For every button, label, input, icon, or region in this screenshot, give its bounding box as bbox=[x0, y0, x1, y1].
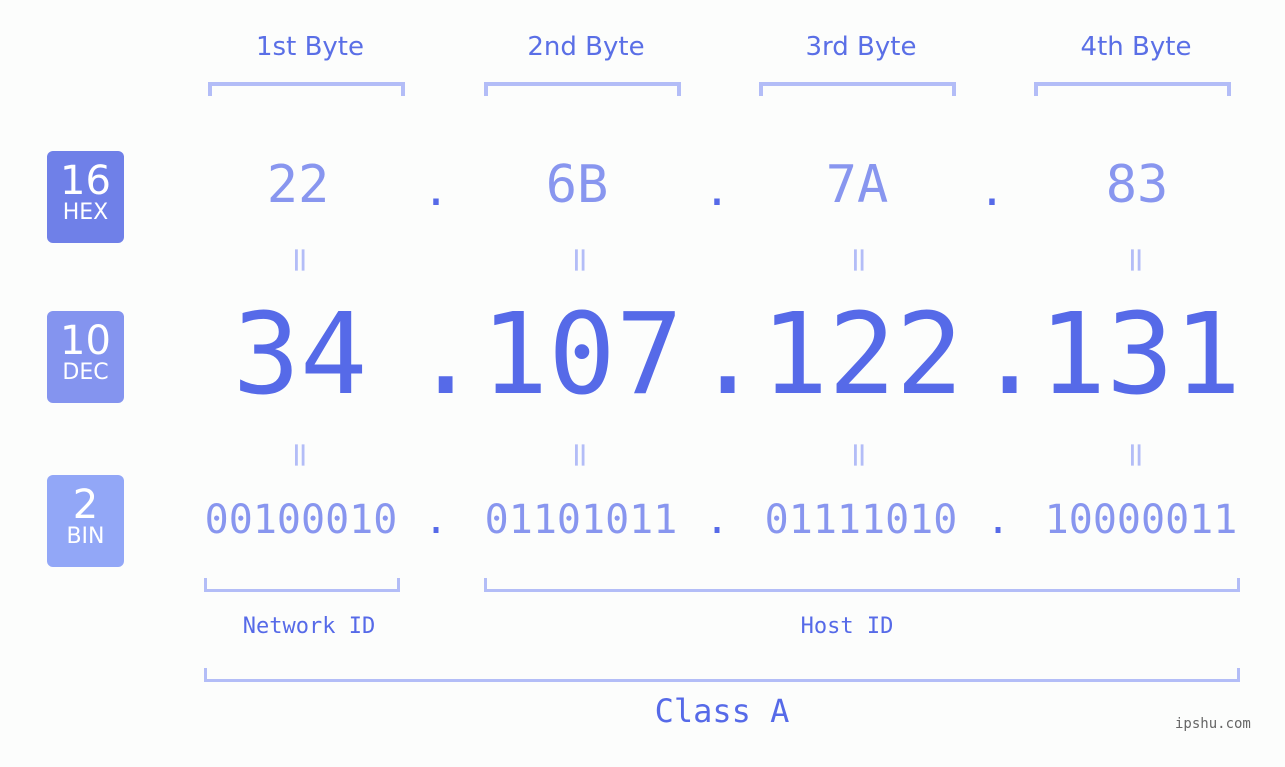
equals-icon: = bbox=[280, 440, 320, 470]
equals-icon: = bbox=[839, 440, 879, 470]
network-id-label: Network ID bbox=[242, 614, 376, 639]
hex-separator-3: . bbox=[978, 165, 1006, 216]
equals-icon: = bbox=[560, 245, 600, 275]
host-bracket bbox=[484, 578, 1240, 592]
dec-separator-1: . bbox=[412, 290, 480, 420]
bin-base-label: BIN bbox=[66, 524, 105, 549]
bin-separator-2: . bbox=[704, 497, 730, 543]
bin-byte-4: 10000011 bbox=[1044, 497, 1238, 543]
equals-icon: = bbox=[1116, 245, 1156, 275]
bin-byte-3: 01111010 bbox=[764, 497, 958, 543]
bin-byte-2: 01101011 bbox=[484, 497, 678, 543]
dec-base-number: 10 bbox=[60, 318, 111, 364]
dec-base-label: DEC bbox=[62, 360, 109, 385]
host-id-label: Host ID bbox=[800, 614, 894, 639]
byte-bracket-2 bbox=[484, 82, 681, 96]
byte-bracket-1 bbox=[208, 82, 405, 96]
byte-label-3: 3rd Byte bbox=[805, 32, 917, 62]
hex-byte-4: 83 bbox=[1105, 155, 1169, 215]
hex-byte-1: 22 bbox=[266, 155, 330, 215]
dec-separator-2: . bbox=[694, 290, 762, 420]
equals-icon: = bbox=[1116, 440, 1156, 470]
dec-byte-2: 107 bbox=[480, 290, 684, 420]
dec-byte-1: 34 bbox=[232, 290, 368, 420]
byte-bracket-3 bbox=[759, 82, 956, 96]
byte-label-1: 1st Byte bbox=[256, 32, 364, 62]
dec-separator-3: . bbox=[976, 290, 1044, 420]
bin-separator-3: . bbox=[985, 497, 1011, 543]
class-label: Class A bbox=[654, 692, 790, 730]
bin-base-number: 2 bbox=[72, 482, 99, 528]
dec-byte-4: 131 bbox=[1038, 290, 1242, 420]
network-bracket bbox=[204, 578, 400, 592]
hex-base-number: 16 bbox=[60, 158, 111, 204]
bin-byte-1: 00100010 bbox=[204, 497, 398, 543]
bin-separator-1: . bbox=[423, 497, 449, 543]
hex-separator-1: . bbox=[422, 165, 450, 216]
dec-badge: 10 DEC bbox=[47, 311, 124, 403]
byte-label-4: 4th Byte bbox=[1080, 32, 1192, 62]
hex-byte-3: 7A bbox=[825, 155, 889, 215]
equals-icon: = bbox=[280, 245, 320, 275]
class-bracket bbox=[204, 668, 1240, 682]
equals-icon: = bbox=[560, 440, 600, 470]
bin-badge: 2 BIN bbox=[47, 475, 124, 567]
hex-separator-2: . bbox=[703, 165, 731, 216]
hex-base-label: HEX bbox=[62, 200, 109, 225]
equals-icon: = bbox=[839, 245, 879, 275]
byte-label-2: 2nd Byte bbox=[527, 32, 645, 62]
hex-badge: 16 HEX bbox=[47, 151, 124, 243]
dec-byte-3: 122 bbox=[760, 290, 964, 420]
byte-bracket-4 bbox=[1034, 82, 1231, 96]
hex-byte-2: 6B bbox=[545, 155, 609, 215]
watermark: ipshu.com bbox=[1175, 716, 1251, 732]
